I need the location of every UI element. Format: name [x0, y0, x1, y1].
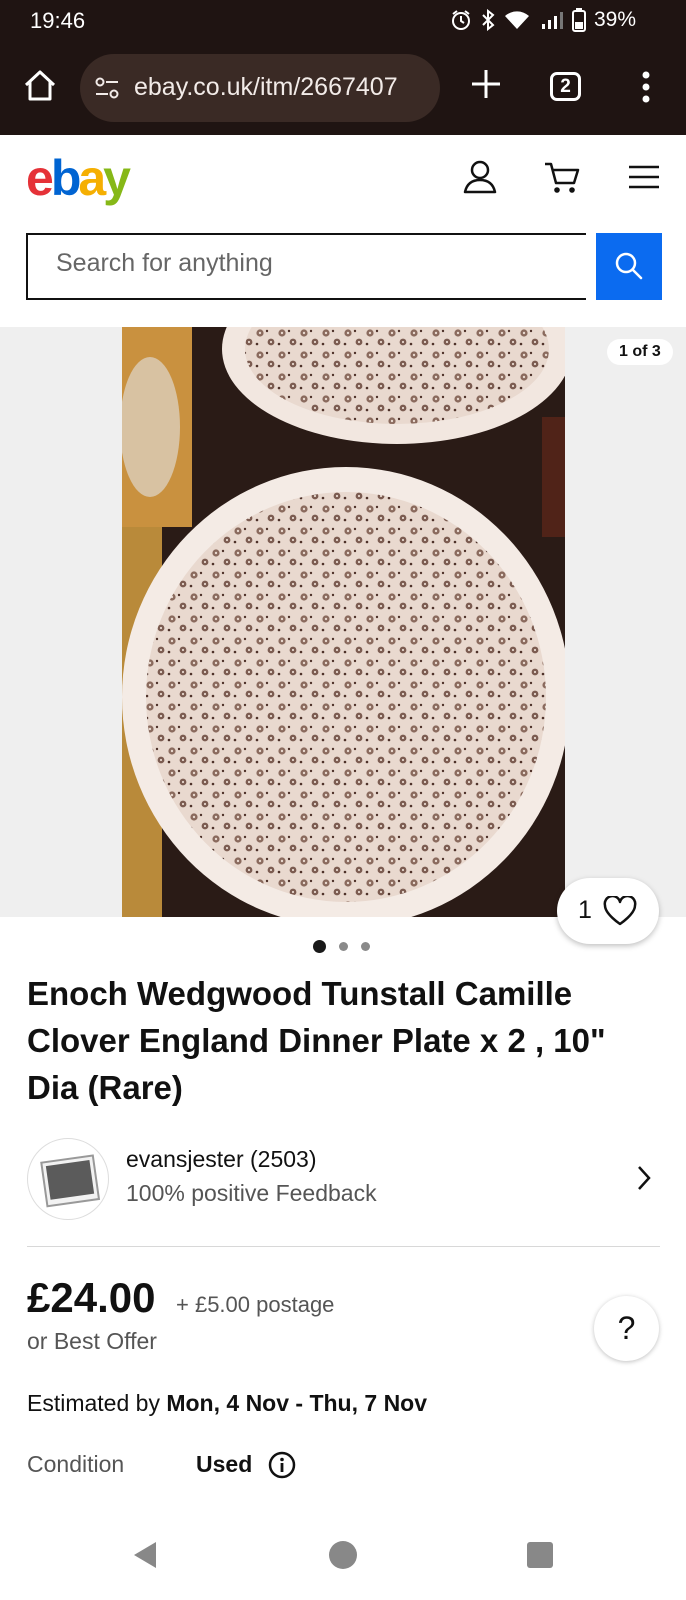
seller-feedback: 100% positive Feedback: [126, 1180, 377, 1206]
hamburger-menu-icon[interactable]: [624, 157, 664, 197]
item-price: £24.00: [27, 1274, 156, 1321]
delivery-dates: Mon, 4 Nov - Thu, 7 Nov: [166, 1390, 428, 1416]
new-tab-icon[interactable]: [466, 64, 506, 104]
overflow-menu-icon[interactable]: [630, 67, 662, 107]
estimated-delivery: Estimated by Mon, 4 Nov - Thu, 7 Nov: [27, 1390, 427, 1417]
heart-icon: [603, 896, 637, 926]
condition-label: Condition: [27, 1451, 125, 1477]
gallery-dot[interactable]: [361, 942, 370, 951]
chevron-right-icon[interactable]: [636, 1164, 652, 1192]
wifi-icon: [504, 11, 529, 29]
gallery-dot-active[interactable]: [313, 940, 326, 953]
condition-value: Used: [196, 1451, 253, 1477]
site-settings-icon[interactable]: [94, 76, 120, 100]
search-icon: [615, 252, 643, 280]
status-time: 19:46: [30, 8, 86, 33]
item-title: Enoch Wedgwood Tunstall Camille Clover E…: [27, 975, 606, 1106]
back-icon[interactable]: [130, 1540, 158, 1570]
gallery-dot[interactable]: [339, 942, 348, 951]
url-text: ebay.co.uk/itm/2667407: [134, 73, 398, 101]
postage-cost: + £5.00 postage: [176, 1292, 335, 1317]
alarm-icon: [451, 10, 470, 30]
site-header: ebay: [0, 135, 686, 225]
search-button[interactable]: [596, 233, 662, 300]
watch-count: 1: [578, 896, 592, 924]
cart-icon[interactable]: [542, 157, 582, 197]
ebay-logo[interactable]: ebay: [26, 149, 131, 207]
image-counter: 1 of 3: [607, 339, 673, 365]
search-input[interactable]: Search for anything: [26, 233, 586, 300]
browser-toolbar: ebay.co.uk/itm/2667407 2: [0, 42, 686, 135]
seller-name[interactable]: evansjester (2503): [126, 1146, 317, 1173]
seller-avatar[interactable]: [27, 1138, 109, 1220]
image-gallery[interactable]: 1 of 3: [0, 327, 686, 917]
status-bar: 19:46 39%: [0, 0, 686, 42]
account-icon[interactable]: [460, 157, 500, 197]
gallery-dots: [313, 940, 370, 953]
help-button[interactable]: ?: [594, 1296, 659, 1361]
recents-icon[interactable]: [526, 1540, 554, 1570]
home-nav-icon[interactable]: [328, 1540, 358, 1570]
delivery-prefix: Estimated by: [27, 1390, 167, 1416]
battery-icon: [571, 8, 586, 32]
watch-button[interactable]: 1: [557, 878, 659, 944]
system-nav-bar: [0, 1510, 686, 1600]
tab-switcher-button[interactable]: 2: [550, 72, 581, 101]
best-offer-label: or Best Offer: [27, 1328, 157, 1354]
bluetooth-icon: [482, 9, 495, 31]
info-icon[interactable]: [268, 1451, 296, 1479]
product-photo[interactable]: [122, 327, 565, 917]
battery-percent: 39%: [593, 8, 636, 31]
home-icon[interactable]: [20, 66, 60, 106]
divider: [27, 1246, 660, 1247]
status-icons: 39%: [450, 8, 636, 32]
url-bar[interactable]: ebay.co.uk/itm/2667407: [80, 54, 440, 122]
signal-icon: [541, 12, 563, 29]
